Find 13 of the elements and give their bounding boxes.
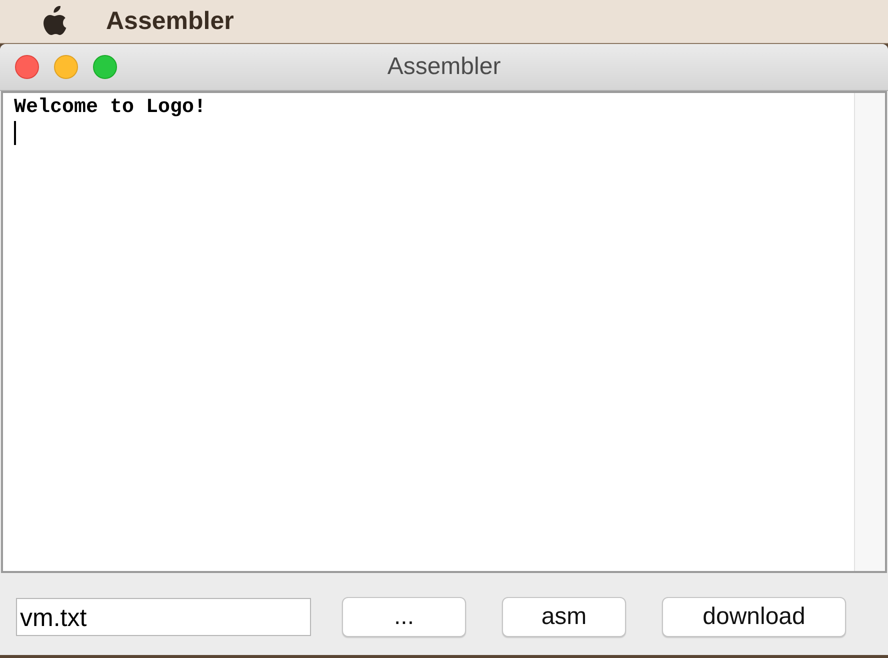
close-button[interactable]: [15, 55, 39, 79]
download-button[interactable]: download: [662, 597, 846, 637]
file-name-field[interactable]: vm.txt: [16, 598, 311, 636]
window-title: Assembler: [387, 53, 501, 81]
text-cursor: [14, 121, 16, 145]
app-name[interactable]: Assembler: [106, 7, 234, 36]
scroll-track[interactable]: [854, 93, 885, 571]
console-line: Welcome to Logo!: [14, 96, 208, 119]
browse-button[interactable]: ...: [342, 597, 466, 637]
zoom-button[interactable]: [93, 55, 117, 79]
assemble-button[interactable]: asm: [502, 597, 626, 637]
console-area[interactable]: Welcome to Logo!: [1, 91, 887, 573]
minimize-button[interactable]: [54, 55, 78, 79]
